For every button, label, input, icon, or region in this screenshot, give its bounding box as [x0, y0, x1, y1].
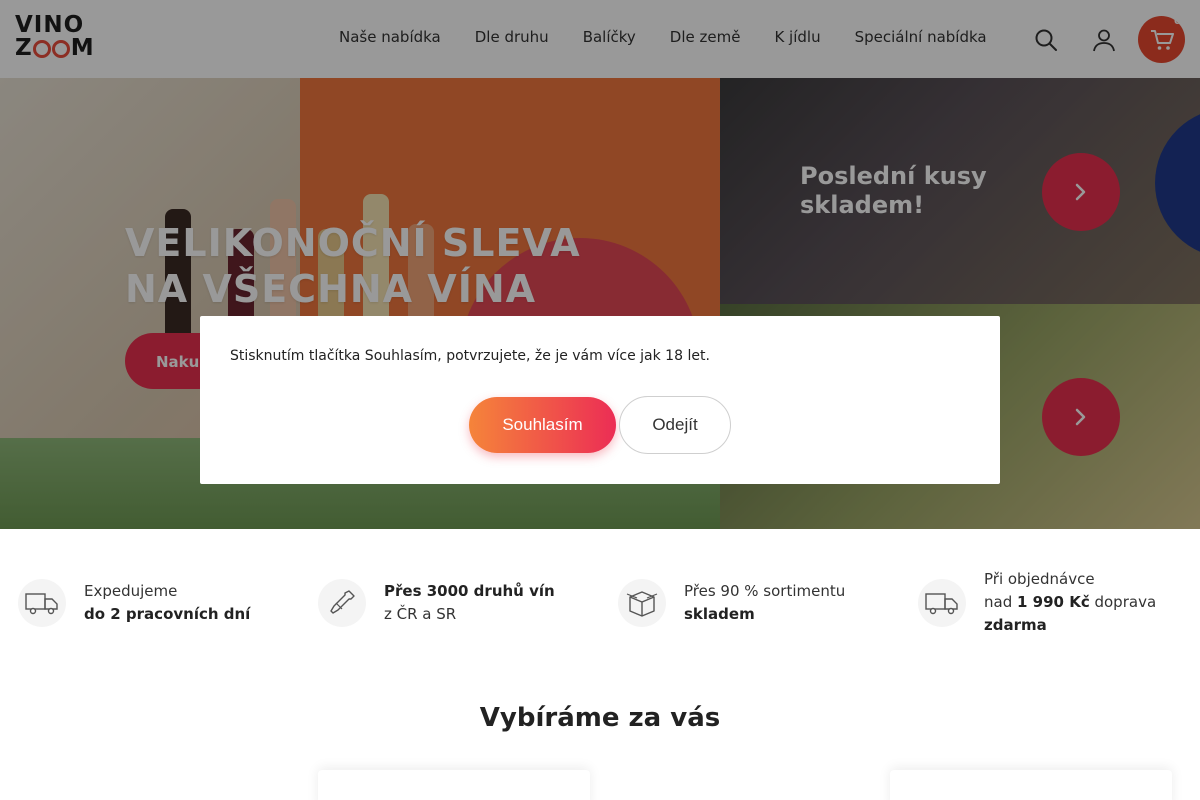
feature-line: doprava [1089, 593, 1157, 611]
feature-line-bold: Přes 3000 druhů vín [384, 582, 555, 600]
feature-price: 1 990 Kč [1017, 593, 1090, 611]
product-card[interactable] [610, 770, 870, 800]
feature-line: nad [984, 593, 1017, 611]
bottle-icon [318, 579, 366, 627]
truck-icon [18, 579, 66, 627]
feature-line: Při objednávce [984, 570, 1095, 588]
modal-message: Stisknutím tlačítka Souhlasím, potvrzuje… [230, 348, 710, 364]
feature-free-delivery: Při objednávce nad 1 990 Kč doprava zdar… [918, 568, 1156, 637]
product-card[interactable] [40, 770, 300, 800]
feature-shipping: Expedujeme do 2 pracovních dní [18, 579, 250, 627]
section-title: Vybíráme za vás [479, 703, 721, 733]
feature-stock: Přes 90 % sortimentu skladem [618, 579, 845, 627]
product-cards-row [0, 770, 1200, 800]
truck-icon [918, 578, 966, 627]
agree-button[interactable]: Souhlasím [469, 397, 616, 453]
feature-line-bold: do 2 pracovních dní [84, 605, 251, 623]
feature-line-bold: skladem [684, 605, 755, 623]
box-icon [618, 579, 666, 627]
features-bar: Expedujeme do 2 pracovních dní Přes 3000… [0, 529, 1200, 679]
product-card[interactable] [318, 770, 590, 800]
feature-selection: Přes 3000 druhů vín z ČR a SR [318, 579, 555, 627]
feature-line: Expedujeme [84, 582, 178, 600]
feature-line: Přes 90 % sortimentu [684, 582, 846, 600]
leave-button[interactable]: Odejít [619, 396, 731, 454]
product-card[interactable] [890, 770, 1172, 800]
feature-line-bold: zdarma [984, 616, 1047, 634]
feature-line: z ČR a SR [384, 605, 457, 623]
